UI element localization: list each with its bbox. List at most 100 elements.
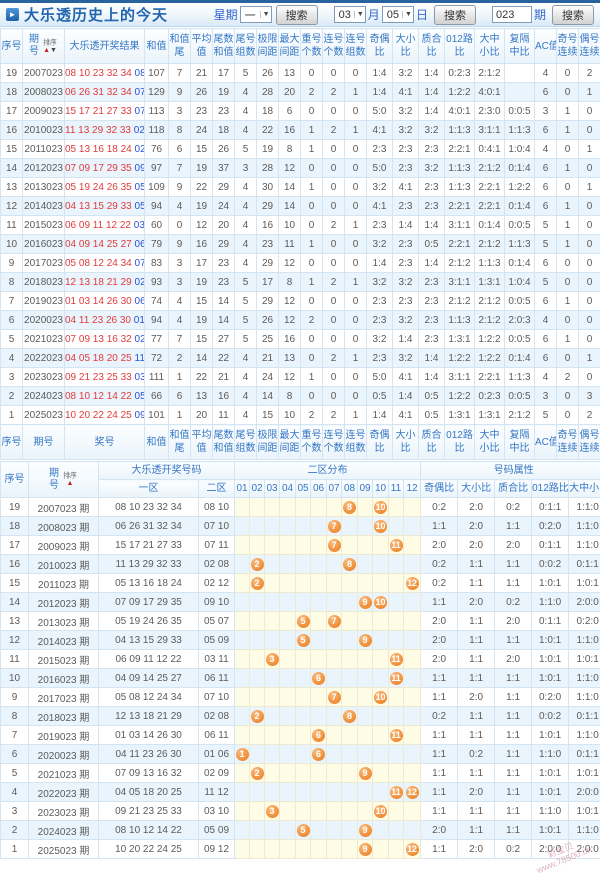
day-select[interactable]: 05 ▼ <box>382 6 414 23</box>
weekday-search-button[interactable]: 搜索 <box>276 5 318 25</box>
cell-zone-08 <box>342 726 358 745</box>
cell-stat: 1:3:1 <box>475 406 505 425</box>
header-line1: 和值 <box>169 33 190 46</box>
cell-issue: 2013023 期 <box>29 612 99 631</box>
cell-stat: 21 <box>257 349 279 368</box>
cell-stat: 4 <box>235 235 257 254</box>
cell-stat: 109 <box>145 178 169 197</box>
cell-zone-03 <box>265 631 280 650</box>
column-header-seq: 序号 <box>1 462 29 498</box>
cell-zone-08 <box>342 536 358 555</box>
issue-search-button[interactable]: 搜索 <box>552 5 594 25</box>
sort-widget[interactable]: 排序▲▼ <box>42 39 58 54</box>
cell-stat: 12 <box>279 159 301 178</box>
cell-zone-11 <box>389 593 404 612</box>
cell-stat: 7 <box>169 64 191 83</box>
table-row: 112015023 期06 09 11 12 2203 113112:01:12… <box>1 650 600 669</box>
cell-stat: 6 <box>535 292 557 311</box>
cell-zone-08 <box>342 745 358 764</box>
sort-arrows[interactable]: ▲ <box>67 480 74 487</box>
sort-widget[interactable]: 排序▲ <box>62 472 78 487</box>
chevron-down-icon: ▼ <box>354 11 364 18</box>
cell-prop: 1:0:1 <box>532 783 569 802</box>
sort-asc-icon[interactable]: ▲ <box>67 480 74 487</box>
date-search-button[interactable]: 搜索 <box>434 5 476 25</box>
cell-zone-03 <box>265 764 280 783</box>
cell-back-numbers: 02 08 <box>199 707 235 726</box>
cell-stat: 1:1:3 <box>445 159 475 178</box>
front-zone-numbers: 12 13 18 21 29 <box>65 277 132 288</box>
weekday-select[interactable]: 一 ▼ <box>240 6 272 23</box>
back-zone-numbers: 03 11 <box>131 220 145 231</box>
cell-issue: 2023023 期 <box>29 802 99 821</box>
cell-stat: 1 <box>557 197 579 216</box>
cell-zone-09 <box>358 802 373 821</box>
back-number-ball: 8 <box>343 558 356 571</box>
cell-issue: 2023023 <box>23 368 65 387</box>
cell-stat: 5:0 <box>367 368 393 387</box>
back-zone-numbers: 08 10 <box>132 68 145 79</box>
sort-asc-icon[interactable]: ▲ <box>43 47 50 54</box>
header-line2: 连续 <box>579 46 600 59</box>
cell-zone-01 <box>235 574 250 593</box>
sort-arrows[interactable]: ▲▼ <box>43 47 57 54</box>
back-zone-numbers: 03 10 <box>132 372 145 383</box>
cell-prop: 1:1 <box>421 840 458 859</box>
column-header-prop: 奇偶比 <box>421 480 458 498</box>
cell-zone-10 <box>373 726 389 745</box>
cell-prop: 1:1 <box>421 517 458 536</box>
cell-prop: 0:1:1 <box>532 612 569 631</box>
column-header: 平均值 <box>191 29 213 64</box>
cell-stat: 0 <box>345 159 367 178</box>
cell-stat: 1 <box>301 140 323 159</box>
table-row: 17200902315 17 21 27 33 07 1111332323418… <box>1 102 600 121</box>
table-row: 12201402304 13 15 29 33 05 0994419244291… <box>1 197 600 216</box>
cell-stat: 4:1 <box>367 197 393 216</box>
cell-prop: 0:2 <box>421 498 458 517</box>
cell-stat: 2:3 <box>367 216 393 235</box>
cell-prop: 1:1:0 <box>532 802 569 821</box>
front-zone-numbers: 09 21 23 25 33 <box>65 372 132 383</box>
back-number-ball: 2 <box>251 767 264 780</box>
cell-stat: 17 <box>191 254 213 273</box>
back-number-ball: 9 <box>359 634 372 647</box>
column-header-zone-07: 07 <box>327 480 342 498</box>
cell-stat: 23 <box>213 273 235 292</box>
back-zone-numbers: 06 11 <box>132 296 145 307</box>
cell-stat: 3 <box>169 102 191 121</box>
cell-zone-07 <box>327 707 342 726</box>
cell-zone-03 <box>265 536 280 555</box>
cell-zone-01 <box>235 707 250 726</box>
cell-stat: 29 <box>213 178 235 197</box>
header-line2: 比 <box>393 46 418 59</box>
sort-desc-icon[interactable]: ▼ <box>50 47 57 54</box>
cell-stat: 1:2:2 <box>505 178 535 197</box>
cell-prop: 0:2:0 <box>569 612 600 631</box>
cell-draw-result: 07 09 17 29 35 09 10 <box>65 159 145 178</box>
cell-stat: 19 <box>257 140 279 159</box>
month-select[interactable]: 03 ▼ <box>334 6 366 23</box>
cell-stat: 1 <box>579 140 600 159</box>
cell-stat: 0:0:5 <box>505 292 535 311</box>
issue-header-label: 期号 <box>29 34 39 58</box>
cell-zone-05 <box>296 764 311 783</box>
cell-stat: 3:2 <box>419 121 445 140</box>
cell-prop: 1:1:0 <box>569 821 600 840</box>
issue-input[interactable] <box>492 6 532 23</box>
cell-zone-10 <box>373 536 389 555</box>
cell-stat: 2:3 <box>419 330 445 349</box>
header-line2: 和值 <box>213 442 234 455</box>
column-header-issue[interactable]: 期号排序▲ <box>29 462 99 498</box>
table-row: 16201002311 13 29 32 33 02 0811882418422… <box>1 121 600 140</box>
column-header: 尾数和值 <box>213 29 235 64</box>
cell-zone-01 <box>235 802 250 821</box>
cell-stat: 0:0:5 <box>505 102 535 121</box>
column-header[interactable]: 期号排序▲▼ <box>23 29 65 64</box>
cell-zone-09: 9 <box>358 593 373 612</box>
table-row: 32023023 期09 21 23 25 3303 103101:11:11:… <box>1 802 600 821</box>
cell-issue: 2015023 <box>23 216 65 235</box>
table-row: 62020023 期04 11 23 26 3001 06161:10:21:1… <box>1 745 600 764</box>
cell-zone-11 <box>389 745 404 764</box>
front-zone-numbers: 01 03 14 26 30 <box>65 296 132 307</box>
cell-stat: 12 <box>279 368 301 387</box>
